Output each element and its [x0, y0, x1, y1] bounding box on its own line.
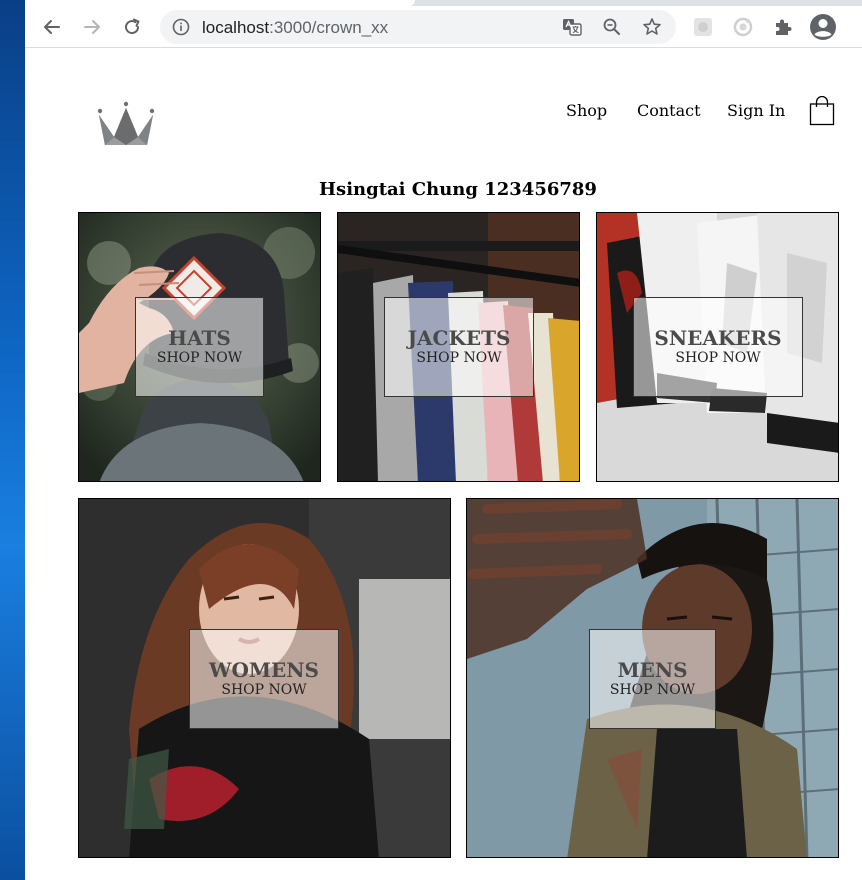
shopping-bag-icon [809, 95, 835, 126]
forward-button[interactable] [77, 12, 107, 42]
directory-item-sneakers[interactable]: SNEAKERS SHOP NOW [596, 212, 839, 482]
directory-item-mens[interactable]: MENS SHOP NOW [466, 498, 839, 858]
browser-window: localhost:3000/crown_xx Shop Contact Sig… [25, 0, 862, 880]
sneakers-title: SNEAKERS [654, 326, 782, 350]
hats-title: HATS [168, 326, 231, 350]
hats-label-box[interactable]: HATS SHOP NOW [135, 297, 264, 397]
nav-shop-link[interactable]: Shop [566, 101, 607, 120]
url-host: localhost [202, 18, 270, 37]
jackets-title: JACKETS [407, 326, 511, 350]
jackets-label-box[interactable]: JACKETS SHOP NOW [384, 297, 534, 397]
arrow-right-icon [84, 20, 100, 34]
sneakers-shop-now: SHOP NOW [675, 350, 761, 366]
reload-icon [125, 18, 140, 35]
page-content: Shop Contact Sign In Hsingtai Chung 1234… [25, 49, 862, 880]
extension-button-2[interactable] [728, 12, 758, 42]
crown-icon [97, 101, 155, 145]
extensions-button[interactable] [768, 12, 798, 42]
extension-circle-icon [733, 17, 753, 37]
account-icon [810, 14, 836, 40]
womens-title: WOMENS [209, 658, 319, 682]
translate-icon[interactable] [562, 17, 582, 37]
arrow-left-icon [44, 20, 60, 34]
reload-button[interactable] [117, 12, 147, 42]
url-path: :3000/crown_xx [269, 18, 389, 37]
mens-label-box[interactable]: MENS SHOP NOW [589, 629, 716, 729]
extension-button-1[interactable] [688, 12, 718, 42]
star-icon[interactable] [642, 17, 662, 37]
browser-toolbar: localhost:3000/crown_xx [25, 6, 862, 48]
url-text[interactable]: localhost:3000/crown_xx [202, 18, 388, 38]
nav-sign-in-link[interactable]: Sign In [727, 101, 785, 120]
hats-shop-now: SHOP NOW [156, 350, 243, 366]
womens-label-box[interactable]: WOMENS SHOP NOW [189, 629, 339, 729]
crown-logo-link[interactable] [95, 99, 155, 147]
profile-button[interactable] [808, 12, 838, 42]
nav-contact-link[interactable]: Contact [637, 101, 701, 120]
jackets-shop-now: SHOP NOW [416, 350, 502, 366]
cart-button[interactable] [809, 95, 835, 126]
sneakers-label-box[interactable]: SNEAKERS SHOP NOW [633, 297, 803, 397]
directory-item-jackets[interactable]: JACKETS SHOP NOW [337, 212, 580, 482]
extension-grey-icon [694, 18, 712, 36]
womens-shop-now: SHOP NOW [221, 682, 307, 698]
back-button[interactable] [37, 12, 67, 42]
info-icon[interactable] [172, 18, 190, 40]
page-title: Hsingtai Chung 123456789 [319, 179, 597, 200]
directory-item-womens[interactable]: WOMENS SHOP NOW [78, 498, 451, 858]
directory-item-hats[interactable]: HATS SHOP NOW [78, 212, 321, 482]
puzzle-icon [776, 19, 792, 35]
zoom-out-icon[interactable] [602, 17, 622, 37]
mens-shop-now: SHOP NOW [609, 682, 696, 698]
windows-desktop-background [0, 0, 25, 880]
mens-title: MENS [617, 658, 688, 682]
address-bar[interactable]: localhost:3000/crown_xx [160, 10, 676, 44]
